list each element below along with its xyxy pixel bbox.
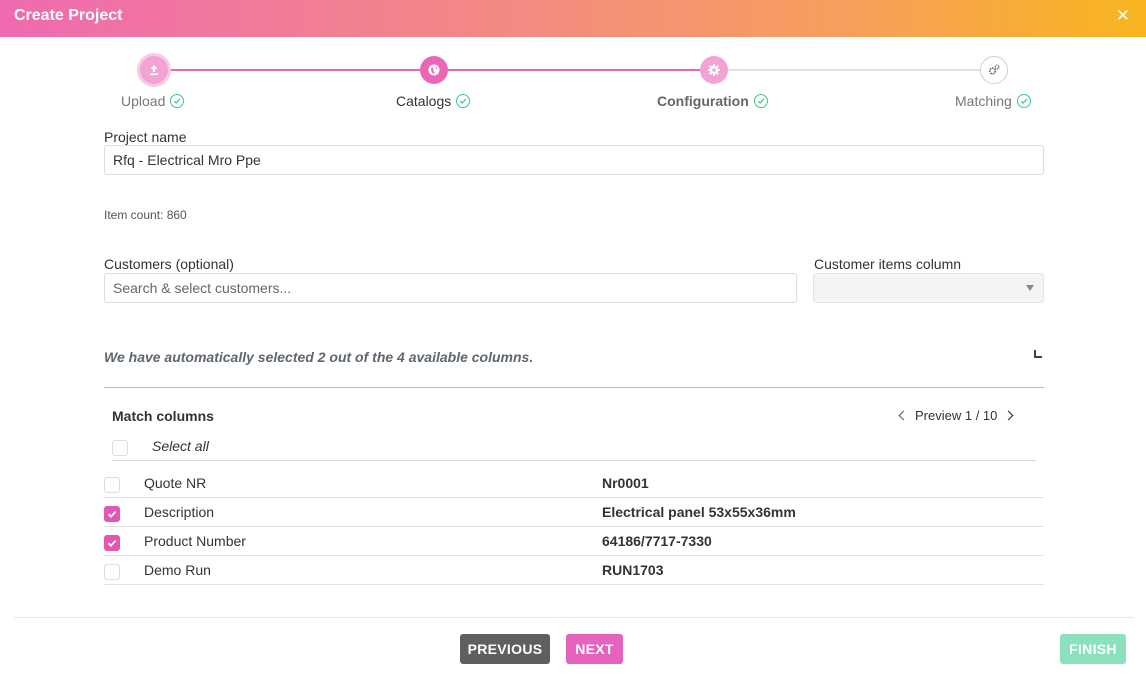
step-label-configuration: Configuration [657,93,768,109]
project-name-input[interactable]: Rfq - Electrical Mro Ppe [104,145,1044,175]
close-icon[interactable]: ✕ [1116,6,1130,26]
select-all-checkbox[interactable] [112,440,128,456]
row-checkbox[interactable] [104,477,120,493]
customer-items-column-select[interactable] [813,273,1044,303]
checkmark-icon [107,510,117,518]
resize-corner-icon[interactable] [1034,350,1042,358]
check-circle-icon [170,94,185,108]
step-configuration[interactable] [700,56,728,84]
column-preview-value: Electrical panel 53x55x36mm [602,504,796,520]
footer-divider [14,617,1134,618]
step-label-catalogs: Catalogs [396,93,471,109]
step-connector [434,69,714,71]
check-circle-icon [753,94,768,108]
column-name: Quote NR [144,475,207,491]
upload-icon [150,65,158,76]
divider [104,387,1044,388]
project-name-label: Project name [104,129,187,145]
step-label-text: Configuration [657,93,749,109]
step-label-text: Catalogs [396,93,452,109]
finish-button[interactable]: FINISH [1060,634,1126,664]
row-checkbox[interactable] [104,564,120,580]
column-preview-value: Nr0001 [602,475,649,491]
next-button[interactable]: NEXT [566,634,623,664]
column-name: Description [144,504,215,520]
chevron-right-icon[interactable] [1003,410,1014,421]
auto-select-note: We have automatically selected 2 out of … [104,349,534,365]
previous-button[interactable]: PREVIOUS [460,634,550,664]
globe-icon [428,64,440,76]
step-matching[interactable] [980,56,1008,84]
preview-label: Preview 1 / 10 [915,408,998,423]
table-row: Product Number 64186/7717-7330 [104,527,1044,556]
customer-items-column-label: Customer items column [814,256,962,272]
step-connector [168,69,434,71]
dialog-title: Create Project [14,7,123,24]
preview-pager: Preview 1 / 10 [898,408,1014,423]
step-catalogs[interactable] [420,56,448,84]
step-label-text: Matching [955,93,1012,109]
table-row: Demo Run RUN1703 [104,556,1044,585]
column-name: Demo Run [144,562,211,578]
table-row: Quote NR Nr0001 [104,469,1044,498]
gear-icon [708,64,720,76]
dialog-header: Create Project ✕ [0,0,1146,37]
customers-search-input[interactable]: Search & select customers... [104,273,797,303]
column-preview-value: 64186/7717-7330 [602,533,712,549]
item-count: Item count: 860 [104,208,187,222]
select-all-label: Select all [152,438,209,454]
step-label-matching: Matching [955,93,1031,109]
step-label-text: Upload [121,93,166,109]
check-circle-icon [1016,94,1031,108]
table-row: Description Electrical panel 53x55x36mm [104,498,1044,527]
column-name: Product Number [144,533,246,549]
column-preview-value: RUN1703 [602,562,664,578]
step-connector [714,69,994,71]
row-checkbox[interactable] [104,506,120,522]
step-upload[interactable] [140,56,168,84]
caret-down-icon [1026,285,1034,291]
step-label-upload: Upload [121,93,185,109]
chevron-left-icon[interactable] [898,410,909,421]
gears-icon [988,64,1000,75]
match-columns-title: Match columns [112,408,214,424]
divider [112,460,1036,461]
check-circle-icon [456,94,471,108]
row-checkbox[interactable] [104,535,120,551]
checkmark-icon [107,539,117,547]
customers-label: Customers (optional) [104,256,234,272]
